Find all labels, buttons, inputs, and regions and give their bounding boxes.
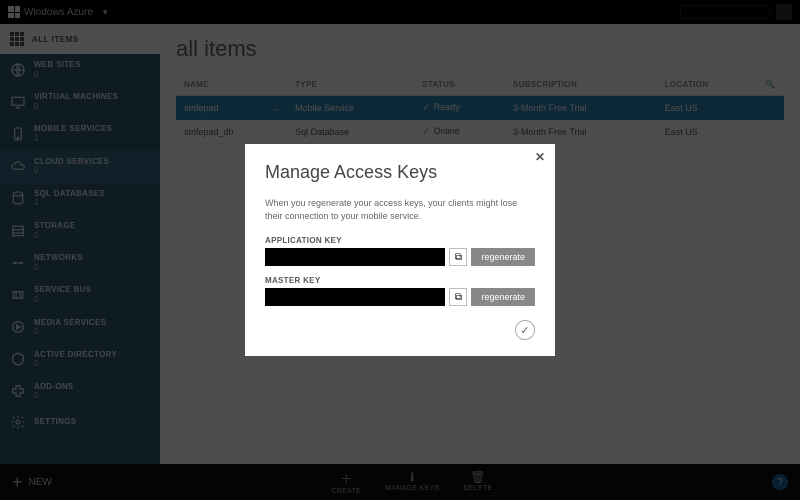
application-key-label: APPLICATION KEY: [265, 236, 535, 245]
ok-button[interactable]: ✓: [515, 320, 535, 340]
application-key-input[interactable]: [265, 248, 445, 266]
master-key-label: MASTER KEY: [265, 276, 535, 285]
close-icon[interactable]: ✕: [535, 150, 545, 164]
modal-description: When you regenerate your access keys, yo…: [265, 197, 535, 222]
regenerate-application-key-button[interactable]: regenerate: [471, 248, 535, 266]
copy-master-key-button[interactable]: ⧉: [449, 288, 467, 306]
manage-access-keys-modal: ✕ Manage Access Keys When you regenerate…: [245, 144, 555, 356]
master-key-input[interactable]: [265, 288, 445, 306]
copy-application-key-button[interactable]: ⧉: [449, 248, 467, 266]
check-icon: ✓: [520, 324, 529, 337]
modal-overlay: ✕ Manage Access Keys When you regenerate…: [0, 0, 800, 500]
copy-icon: ⧉: [455, 252, 462, 263]
regenerate-master-key-button[interactable]: regenerate: [471, 288, 535, 306]
modal-title: Manage Access Keys: [265, 162, 535, 183]
copy-icon: ⧉: [455, 292, 462, 303]
